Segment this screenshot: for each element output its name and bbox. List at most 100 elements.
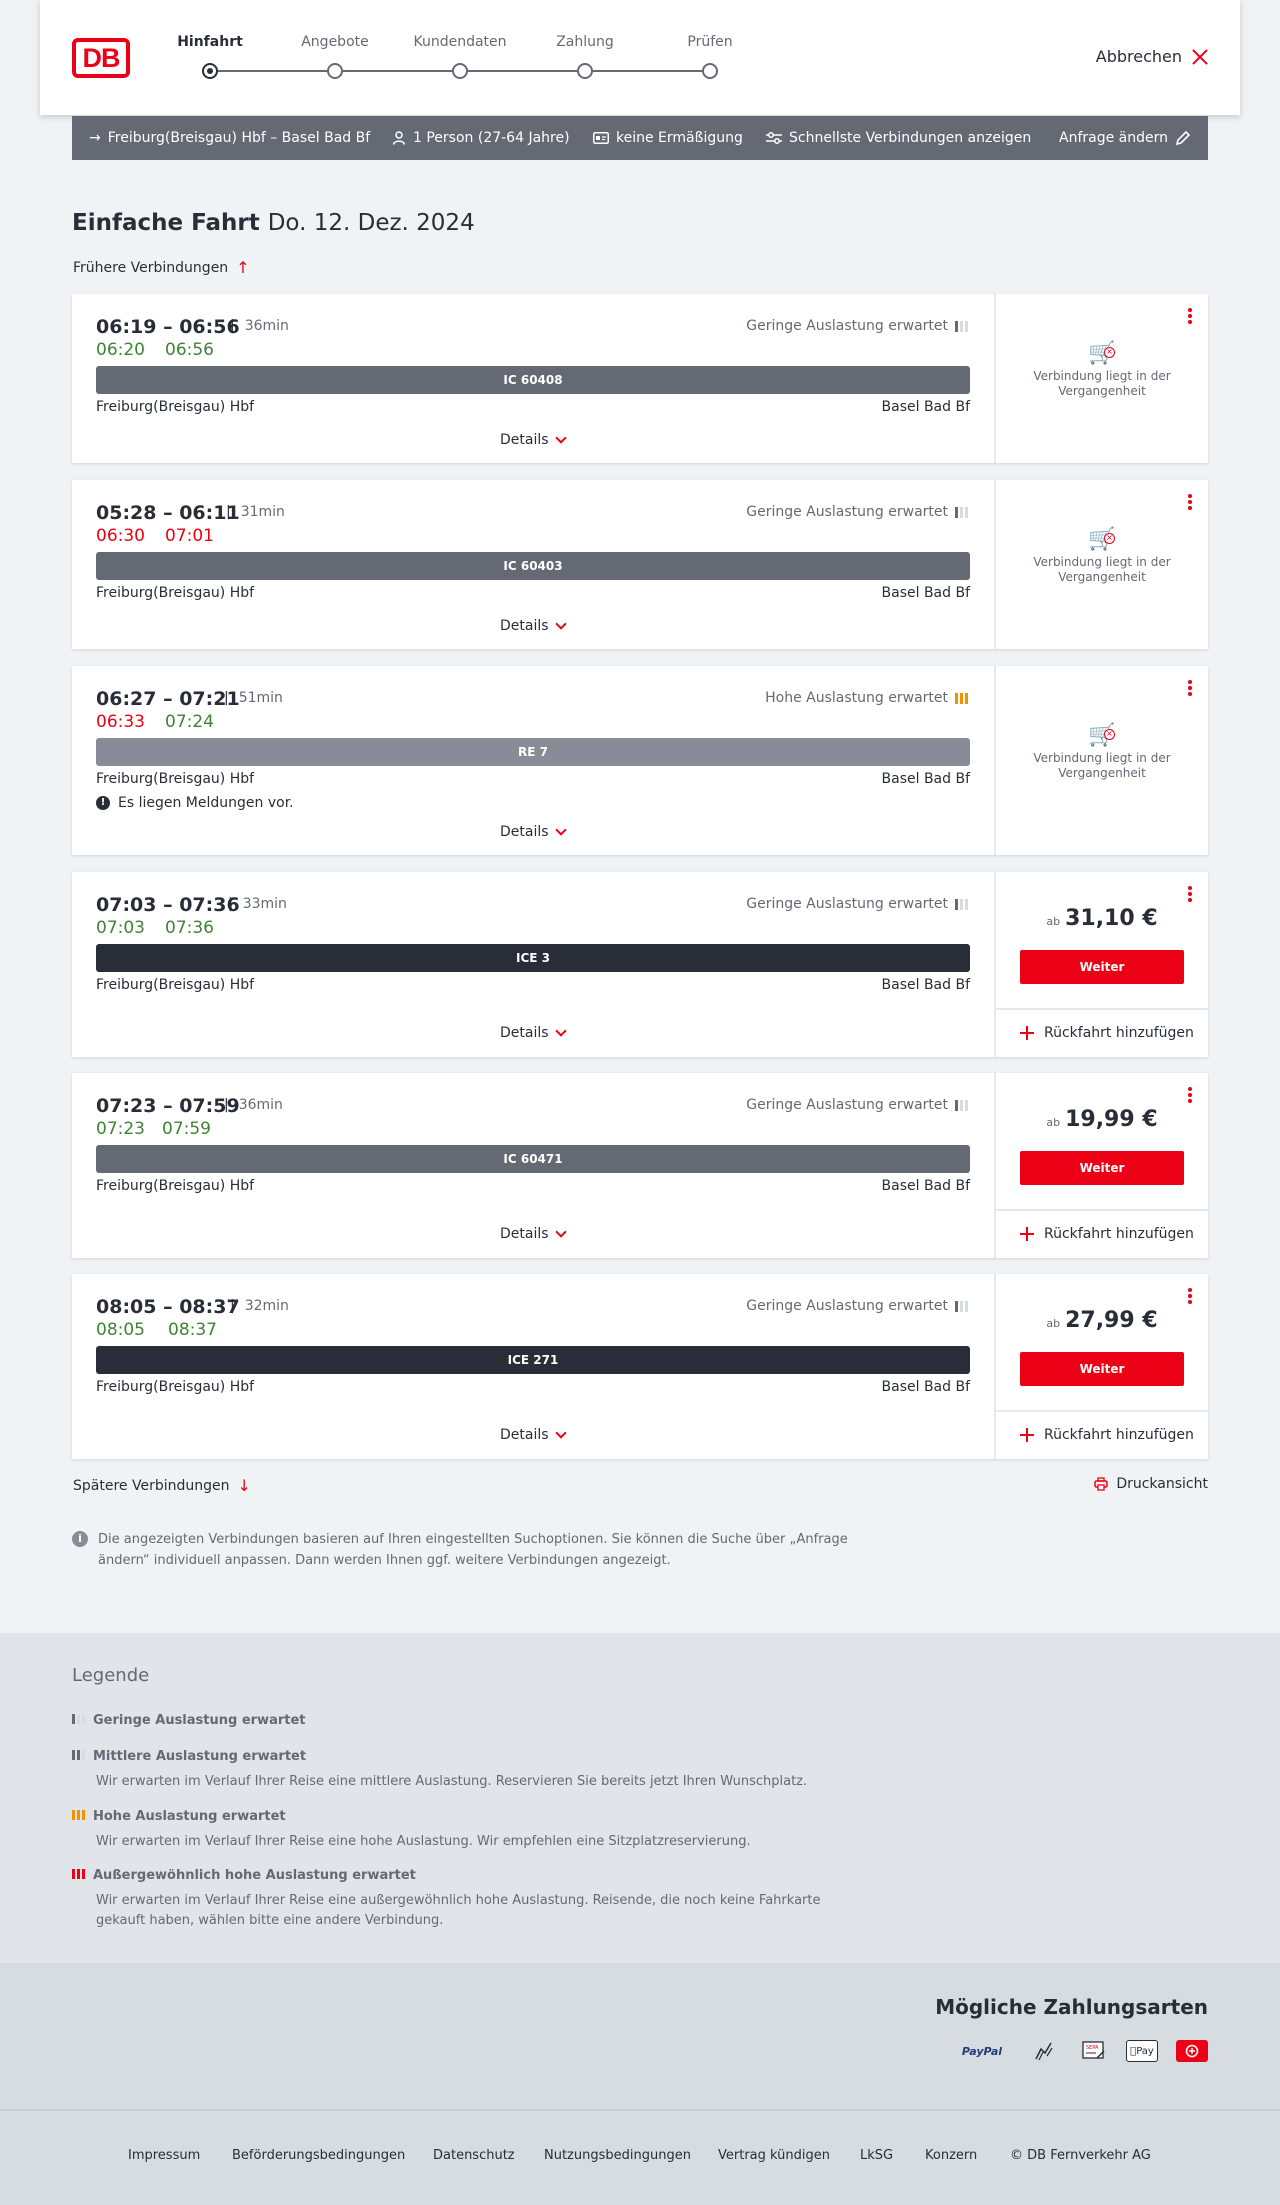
info-text: Die angezeigten Verbindungen basieren au…: [98, 1532, 848, 1568]
more-options-icon[interactable]: [1188, 1288, 1192, 1304]
more-options-icon[interactable]: [1188, 680, 1192, 696]
add-return-trip-button[interactable]: Rückfahrt hinzufügen: [1020, 1226, 1194, 1242]
more-options-icon[interactable]: [1188, 308, 1192, 324]
train-bar[interactable]: ICE 271: [96, 1346, 970, 1374]
price-value: 31,10 €: [1065, 906, 1158, 931]
footer-link-konzern[interactable]: Konzern: [925, 2148, 977, 2163]
departure-station: Freiburg(Breisgau) Hbf: [96, 585, 255, 601]
passenger-text: 1 Person (27-64 Jahre): [413, 130, 570, 146]
db-logo[interactable]: DB: [72, 38, 130, 78]
db-icon: [1176, 2040, 1208, 2062]
footer-link-befoerderungsbedingungen[interactable]: Beförderungsbedingungen: [232, 2148, 405, 2163]
scheduled-times: 05:28 – 06:11: [96, 502, 240, 524]
card-divider: [994, 1073, 996, 1258]
train-bar[interactable]: RE 7: [96, 738, 970, 766]
continue-button[interactable]: Weiter: [1020, 1151, 1184, 1185]
printer-icon: [1094, 1477, 1109, 1491]
legend-low-title: Geringe Auslastung erwartet: [93, 1713, 306, 1728]
train-bar[interactable]: IC 60403: [96, 552, 970, 580]
legend-exceptional-title: Außergewöhnlich hohe Auslastung erwartet: [93, 1868, 416, 1883]
arrival-station: Basel Bad Bf: [881, 771, 970, 787]
print-view-link[interactable]: Druckansicht: [1094, 1476, 1208, 1492]
discount-summary: keine Ermäßigung: [593, 116, 743, 160]
details-toggle[interactable]: Details: [500, 1426, 567, 1443]
train-bar[interactable]: IC 60408: [96, 366, 970, 394]
route-summary: → Freiburg(Breisgau) Hbf – Basel Bad Bf: [89, 116, 370, 160]
details-label: Details: [500, 432, 549, 448]
occupancy-text: Geringe Auslastung erwartet: [746, 504, 948, 520]
scheduled-times: 07:23 – 07:59: [96, 1095, 240, 1117]
step-hinfahrt-dot[interactable]: [202, 63, 218, 79]
footer-link-nutzungsbedingungen[interactable]: Nutzungsbedingungen: [544, 2148, 691, 2163]
footer-link-impressum[interactable]: Impressum: [128, 2148, 200, 2163]
realtime-departure: 08:05: [96, 1320, 145, 1340]
card-divider: [994, 872, 996, 1057]
scheduled-times: 07:03 – 07:36: [96, 894, 240, 916]
continue-button[interactable]: Weiter: [1020, 1352, 1184, 1386]
add-return-trip-button[interactable]: Rückfahrt hinzufügen: [1020, 1025, 1194, 1041]
earlier-label: Frühere Verbindungen: [73, 259, 229, 276]
past-connection-text: Verbindung liegt in der Vergangenheit: [1033, 555, 1171, 584]
duration: 32min: [230, 1298, 289, 1314]
pencil-icon: [1175, 130, 1191, 146]
footer-link-lksg[interactable]: LkSG: [860, 2148, 893, 2163]
occupancy-high-icon: [72, 1810, 85, 1820]
cancel-button[interactable]: Abbrechen: [1096, 47, 1208, 66]
more-options-icon[interactable]: [1188, 1087, 1192, 1103]
more-options-icon[interactable]: [1188, 494, 1192, 510]
price-value: 19,99 €: [1065, 1107, 1158, 1132]
cart-unavailable-icon: 🛒 ×: [1088, 341, 1116, 366]
train-bar[interactable]: IC 60471: [96, 1145, 970, 1173]
return-divider: [996, 1410, 1208, 1412]
connection-card[interactable]: 08:05 – 08:37 32min 08:05 08:37 Geringe …: [72, 1274, 1208, 1459]
connection-card[interactable]: 06:19 – 06:56 36min 06:20 06:56 Geringe …: [72, 294, 1208, 463]
continue-button[interactable]: Weiter: [1020, 950, 1184, 984]
price-prefix: ab: [1046, 1116, 1061, 1129]
arrow-up-icon: ↑: [236, 258, 250, 277]
bahncard-icon: [593, 132, 609, 144]
occupancy-indicator: Geringe Auslastung erwartet: [746, 504, 968, 520]
footer-link-datenschutz[interactable]: Datenschutz: [433, 2148, 515, 2163]
alert-icon: !: [96, 796, 110, 810]
details-label: Details: [500, 1226, 549, 1242]
more-options-icon[interactable]: [1188, 886, 1192, 902]
details-toggle[interactable]: Details: [500, 617, 567, 634]
earlier-connections-link[interactable]: Frühere Verbindungen ↑: [73, 258, 250, 277]
occupancy-indicator: Geringe Auslastung erwartet: [746, 1097, 968, 1113]
arrival-station: Basel Bad Bf: [881, 1379, 970, 1395]
connection-card[interactable]: 07:03 – 07:36 33min 07:03 07:36 Geringe …: [72, 872, 1208, 1057]
connection-card[interactable]: 05:28 – 06:11 31min 06:30 07:01 Geringe …: [72, 480, 1208, 649]
search-option-summary: Schnellste Verbindungen anzeigen: [766, 116, 1031, 160]
return-divider: [996, 1008, 1208, 1010]
step-kundendaten-dot: [452, 63, 468, 79]
realtime-departure: 07:23: [96, 1119, 145, 1139]
info-icon: i: [72, 1531, 88, 1547]
trip-type: Einfache Fahrt: [72, 210, 260, 236]
details-toggle[interactable]: Details: [500, 1225, 567, 1242]
connection-card[interactable]: 06:27 – 07:21 51min 06:33 07:24 Hohe Aus…: [72, 666, 1208, 855]
past-connection-notice: 🛒 × Verbindung liegt in der Vergangenheit: [996, 725, 1208, 781]
realtime-departure: 06:30: [96, 526, 145, 546]
add-return-trip-button[interactable]: Rückfahrt hinzufügen: [1020, 1427, 1194, 1443]
price-prefix: ab: [1046, 1317, 1061, 1330]
legend-title: Legende: [72, 1665, 150, 1686]
edit-request-label: Anfrage ändern: [1059, 130, 1168, 146]
details-toggle[interactable]: Details: [500, 431, 567, 448]
edit-request-button[interactable]: Anfrage ändern: [1059, 116, 1191, 160]
price-prefix: ab: [1046, 915, 1061, 928]
connection-card[interactable]: 07:23 – 07:59 36min 07:23 07:59 Geringe …: [72, 1073, 1208, 1258]
details-toggle[interactable]: Details: [500, 1024, 567, 1041]
step-pruefen-dot: [702, 63, 718, 79]
details-toggle[interactable]: Details: [500, 823, 567, 840]
footer-link-vertrag-kuendigen[interactable]: Vertrag kündigen: [718, 2148, 830, 2163]
occupancy-indicator: Geringe Auslastung erwartet: [746, 318, 968, 334]
legend-low: Geringe Auslastung erwartet: [72, 1713, 306, 1728]
legend-exceptional-text: Wir erwarten im Verlauf Ihrer Reise eine…: [96, 1893, 821, 1928]
later-connections-link[interactable]: Spätere Verbindungen ↓: [73, 1476, 251, 1495]
duration: 36min: [224, 1097, 283, 1113]
step-kundendaten-label: Kundendaten: [413, 34, 507, 50]
occupancy-text: Geringe Auslastung erwartet: [746, 1298, 948, 1314]
legend-section: Legende Geringe Auslastung erwartet Mitt…: [0, 1633, 1280, 1963]
train-bar[interactable]: ICE 3: [96, 944, 970, 972]
legend-medium: Mittlere Auslastung erwartet: [72, 1749, 306, 1764]
